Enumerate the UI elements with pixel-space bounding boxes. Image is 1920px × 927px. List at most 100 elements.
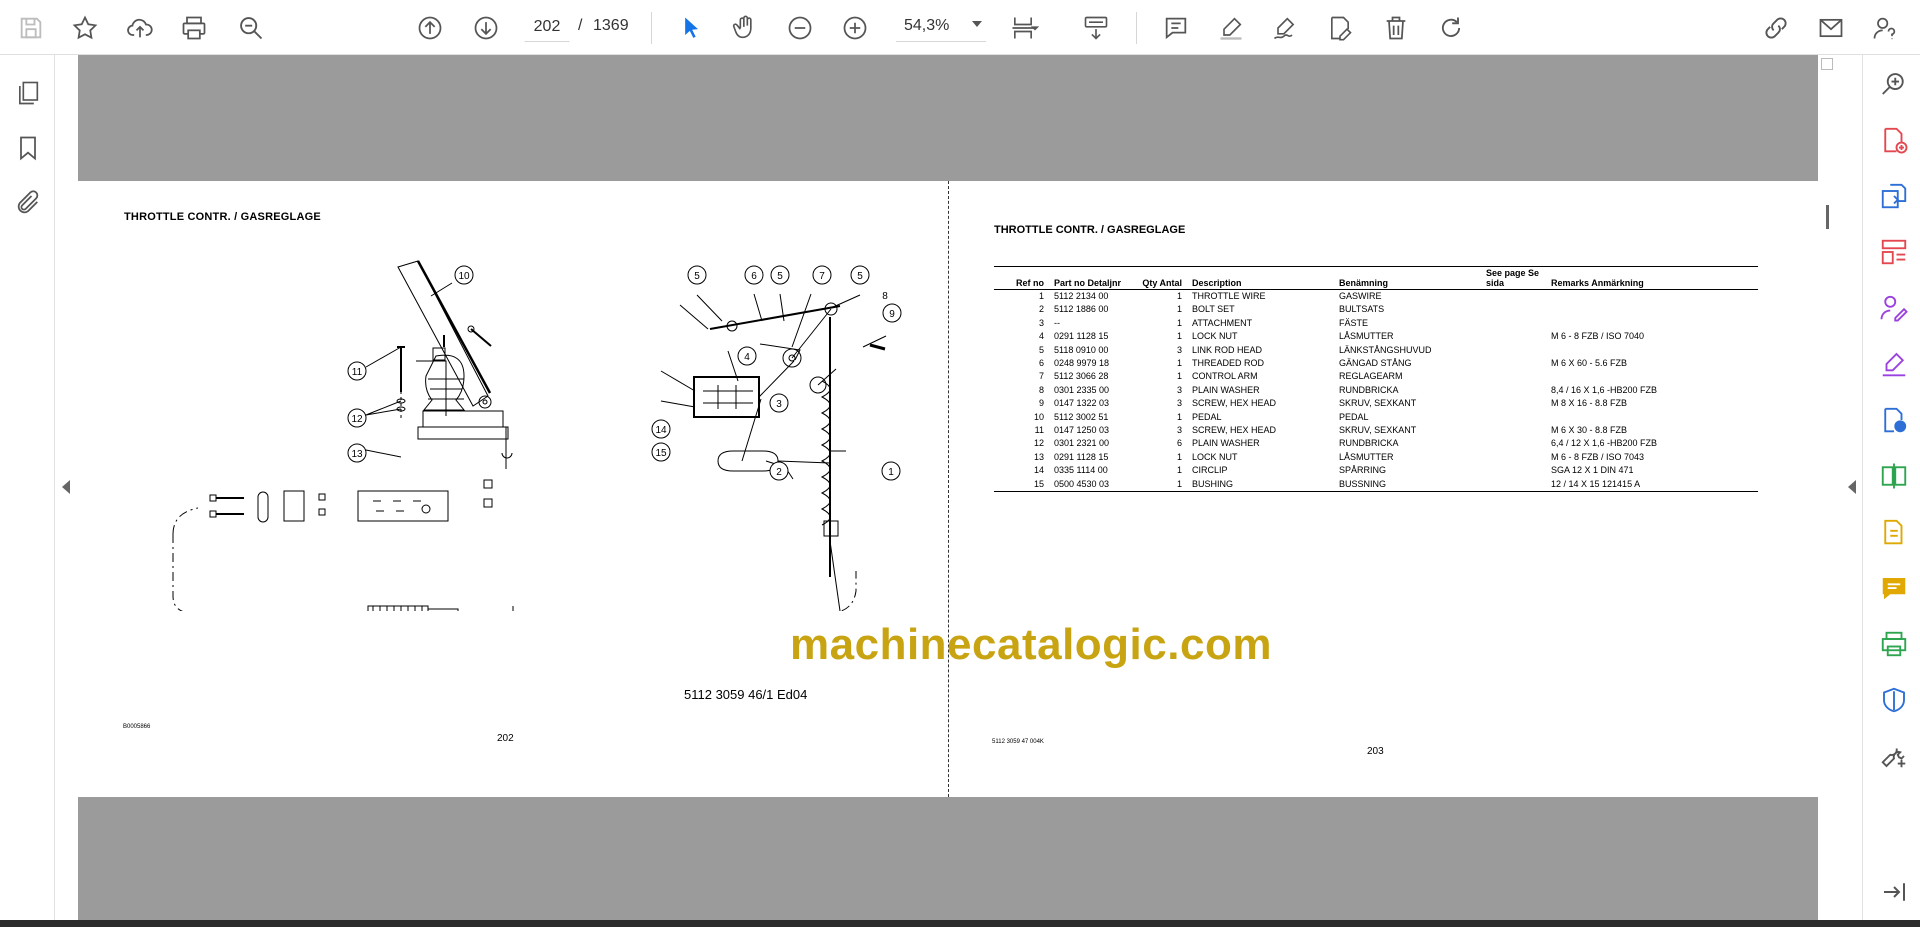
page-fit-dropdown-icon[interactable] [1025,9,1045,47]
save-icon[interactable] [12,9,50,47]
highlight-pen-icon[interactable] [1212,9,1250,47]
send-for-review-icon[interactable] [1877,403,1911,437]
callout-label: 10 [458,271,470,282]
cell-remarks: 6,4 / 12 X 1,6 -HB200 FZB [1551,438,1658,449]
compare-files-icon[interactable] [1877,459,1911,493]
cell-qty: 3 [1176,398,1182,409]
scroll-thumb[interactable] [1826,205,1829,229]
cell-benamning: PEDAL [1339,411,1369,422]
page-thumbnails-icon[interactable] [10,75,46,111]
cell-part-no: 5112 1886 00 [1054,304,1109,315]
page-number-input[interactable] [524,12,570,42]
cell-qty: 1 [1176,358,1182,369]
cell-see-page [1484,317,1549,330]
comment-panel-icon[interactable] [1877,571,1911,605]
attachments-paperclip-icon[interactable] [10,185,46,221]
cell-description: SCREW, HEX HEAD [1192,425,1277,436]
cell-benamning: RUNDBRICKA [1339,438,1399,449]
cell-description: ATTACHMENT [1192,317,1253,328]
cell-see-page [1484,303,1549,316]
expand-panel-icon[interactable] [1877,875,1911,909]
vertical-scrollbar[interactable] [1818,55,1836,922]
cell-part-no: 0301 2335 00 [1054,384,1110,395]
zoom-out-icon[interactable] [781,9,819,47]
fill-sign-icon[interactable] [1877,347,1911,381]
cell-see-page [1484,370,1549,383]
organize-pages-icon[interactable] [1877,235,1911,269]
export-pdf-icon[interactable] [1877,179,1911,213]
previous-page-icon[interactable] [411,9,449,47]
draw-signature-icon[interactable] [1266,9,1304,47]
more-tools-icon[interactable] [1877,739,1911,773]
cell-qty: 1 [1176,411,1182,422]
cell-see-page [1484,330,1549,343]
cell-ref: 4 [1038,331,1044,342]
document-viewer[interactable]: THROTTLE CONTR. / GASREGLAGE 10 11 12 13… [78,55,1818,922]
zoom-search-icon[interactable] [1877,67,1911,101]
watermark-text: machinecatalogic.com [790,620,1272,669]
cell-qty: 1 [1176,304,1182,315]
callout-label: 12 [351,414,363,425]
delete-trash-icon[interactable] [1377,9,1415,47]
col-part-no: Part no Detaljnr [1052,266,1140,290]
cell-part-no: 0147 1322 03 [1054,398,1110,409]
page-spread: THROTTLE CONTR. / GASREGLAGE 10 11 12 13… [78,181,1818,797]
collapse-left-panel-icon[interactable] [62,480,70,494]
cell-see-page [1484,477,1549,493]
cell-part-no: 0291 1128 15 [1054,331,1109,342]
callout-label: 1 [888,467,894,478]
col-qty: Qty Antal [1140,266,1190,290]
collapse-right-panel-icon[interactable] [1848,480,1856,494]
rotate-icon[interactable] [1432,9,1470,47]
cell-remarks [1549,317,1758,330]
create-pdf-icon[interactable] [1877,123,1911,157]
table-row: 15 0500 4530 03 1 BUSHING BUSSNING 12 / 14 X … [994,477,1758,493]
left-drawing-code: B0005866 [123,724,151,730]
print-production-icon[interactable] [1877,627,1911,661]
cell-part-no: 5118 0910 00 [1054,344,1109,355]
zoom-level-select[interactable]: 54,3% [896,12,986,42]
cell-benamning: BULTSATS [1339,304,1385,315]
share-link-icon[interactable] [1757,9,1795,47]
protect-shield-icon[interactable] [1877,683,1911,717]
email-icon[interactable] [1812,9,1850,47]
callout-label: 7 [819,271,825,282]
cell-see-page [1484,424,1549,437]
cell-qty: 3 [1176,384,1182,395]
cell-remarks: 8,4 / 16 X 1,6 -HB200 FZB [1551,384,1658,395]
scan-ocr-icon[interactable] [1877,515,1911,549]
bookmark-star-icon[interactable] [66,9,104,47]
cell-part-no: 5112 3002 51 [1054,411,1109,422]
cell-ref: 13 [1033,451,1044,462]
scroll-mode-icon[interactable] [1077,9,1115,47]
table-row: 10 5112 3002 51 1 PEDAL PEDAL [994,411,1758,424]
cell-part-no: 0335 1114 00 [1054,465,1108,476]
cell-remarks: M 6 X 30 - 8.8 FZB [1551,425,1628,436]
cell-see-page [1484,357,1549,370]
cell-benamning: BUSSNING [1337,477,1484,493]
table-row: 3 -- 1 ATTACHMENT FÄSTE [994,317,1758,330]
table-row: 12 0301 2321 00 6 PLAIN WASHER RUNDBRICKA 6,4… [994,437,1758,450]
cell-qty: 1 [1176,371,1182,382]
find-zoom-icon[interactable] [232,9,270,47]
account-help-icon[interactable] [1866,9,1904,47]
cell-qty: 3 [1176,344,1182,355]
bookmarks-icon[interactable] [10,130,46,166]
right-page-number: 203 [1367,746,1384,757]
zoom-in-icon[interactable] [836,9,874,47]
request-signature-icon[interactable] [1877,291,1911,325]
cell-part-no: -- [1054,317,1060,328]
comment-icon[interactable] [1157,9,1195,47]
edit-text-icon[interactable] [1321,9,1359,47]
upload-cloud-icon[interactable] [121,9,159,47]
cell-qty: 1 [1176,317,1182,328]
print-icon[interactable] [175,9,213,47]
cell-description: CIRCLIP [1192,465,1228,476]
next-page-icon[interactable] [467,9,505,47]
select-cursor-icon[interactable] [672,9,710,47]
cell-remarks: M 6 - 8 FZB / ISO 7043 [1551,451,1645,462]
cell-remarks [1549,290,1758,304]
chevron-down-icon [972,21,982,27]
hand-pan-icon[interactable] [726,9,764,47]
cell-see-page [1484,437,1549,450]
